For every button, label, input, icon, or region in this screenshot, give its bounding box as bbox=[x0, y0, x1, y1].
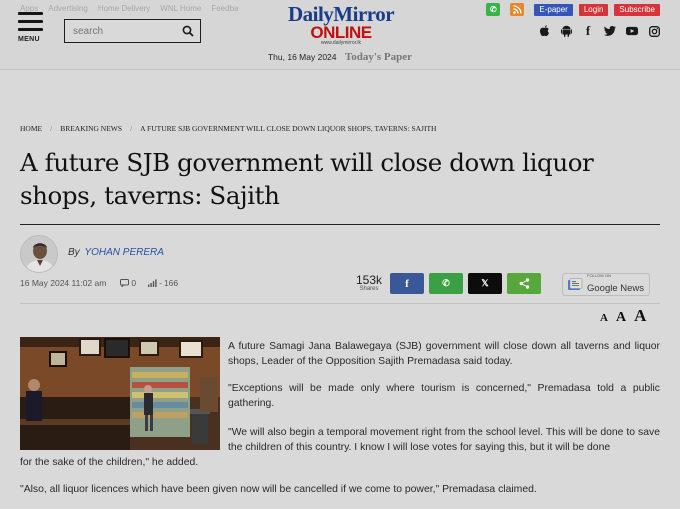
article-meta: 16 May 2024 11:02 am 0 - 166 bbox=[20, 278, 178, 288]
facebook-share-button[interactable]: f bbox=[390, 273, 424, 294]
instagram-icon[interactable] bbox=[648, 25, 660, 37]
article-photo bbox=[20, 337, 220, 450]
apple-icon[interactable] bbox=[538, 25, 550, 37]
breadcrumb-current: A FUTURE SJB GOVERNMENT WILL CLOSE DOWN … bbox=[140, 124, 437, 133]
logo-line-1: DailyMirror bbox=[287, 2, 395, 26]
hamburger-icon-bar bbox=[18, 20, 43, 23]
subscribe-button[interactable]: Subscribe bbox=[614, 3, 660, 16]
header-actions: ✆ E-paper Login Subscribe bbox=[486, 3, 660, 16]
site-logo[interactable]: DailyMirror ONLINE www.dailymirror.lk bbox=[276, 4, 406, 48]
headline-divider bbox=[20, 224, 660, 225]
menu-label: MENU bbox=[18, 36, 40, 43]
facebook-icon: f bbox=[405, 277, 409, 290]
google-news-prefix: FOLLOW ON bbox=[587, 273, 612, 278]
google-news-icon bbox=[568, 277, 583, 290]
search-input[interactable] bbox=[65, 20, 177, 42]
rss-icon[interactable] bbox=[510, 3, 525, 16]
article-paragraph-4: "Also, all liquor licences which have be… bbox=[20, 484, 537, 495]
byline: By YOHAN PERERA bbox=[68, 247, 164, 258]
breadcrumb-home[interactable]: HOME bbox=[20, 124, 42, 133]
article-paragraph-3: "We will also begin a temporal movement … bbox=[228, 427, 660, 453]
article-paragraph-2: "Exceptions will be made only where tour… bbox=[228, 383, 660, 409]
top-link-home-delivery[interactable]: Home Delivery bbox=[98, 4, 150, 13]
signal-icon bbox=[148, 279, 157, 287]
text-size-large-button[interactable]: A bbox=[634, 306, 646, 326]
social-links: f bbox=[538, 23, 660, 38]
top-link-feedback[interactable]: Feedba bbox=[211, 4, 238, 13]
site-header: Apps Advertising Home Delivery WNL Home … bbox=[0, 0, 680, 70]
more-share-button[interactable] bbox=[507, 273, 541, 294]
text-size-controls: A A A bbox=[600, 306, 646, 326]
whatsapp-icon: ✆ bbox=[442, 278, 450, 288]
publish-datetime: 16 May 2024 11:02 am bbox=[20, 278, 107, 288]
top-link-advertising[interactable]: Advertising bbox=[48, 4, 88, 13]
share-icon bbox=[519, 278, 529, 289]
top-links: Apps Advertising Home Delivery WNL Home … bbox=[20, 4, 238, 13]
view-count-value: 166 bbox=[163, 278, 179, 288]
menu-button[interactable]: MENU bbox=[18, 12, 46, 50]
breadcrumb-breaking-news[interactable]: BREAKING NEWS bbox=[60, 124, 122, 133]
breadcrumb: HOME / BREAKING NEWS / A FUTURE SJB GOVE… bbox=[20, 124, 436, 133]
comment-icon bbox=[120, 279, 130, 287]
whatsapp-share-button[interactable]: ✆ bbox=[429, 273, 463, 294]
hamburger-icon bbox=[18, 12, 43, 15]
share-count: 153k Shares bbox=[352, 274, 386, 293]
author-link[interactable]: YOHAN PERERA bbox=[84, 247, 163, 258]
search-box bbox=[64, 19, 201, 43]
logo-line-2: ONLINE bbox=[310, 23, 372, 42]
search-icon[interactable] bbox=[182, 25, 194, 37]
epaper-button[interactable]: E-paper bbox=[534, 3, 573, 16]
login-button[interactable]: Login bbox=[578, 3, 609, 16]
youtube-icon[interactable] bbox=[626, 25, 638, 37]
text-size-medium-button[interactable]: A bbox=[616, 310, 626, 326]
byline-prefix: By bbox=[68, 247, 80, 258]
meta-divider bbox=[20, 303, 660, 304]
share-count-value: 153k bbox=[355, 273, 383, 287]
logo-url: www.dailymirror.lk bbox=[320, 40, 361, 46]
current-date: Thu, 16 May 2024 bbox=[267, 52, 337, 62]
share-count-label: Shares bbox=[359, 286, 379, 292]
article-paragraph-3-continued: for the sake of the children," he added. bbox=[20, 457, 199, 468]
twitter-icon[interactable] bbox=[604, 25, 616, 37]
dateline: Thu, 16 May 2024 Today's Paper bbox=[0, 51, 680, 63]
text-size-small-button[interactable]: A bbox=[600, 312, 608, 324]
google-news-follow-button[interactable]: FOLLOW ON Google News bbox=[562, 273, 650, 296]
comment-count-value: 0 bbox=[131, 278, 137, 288]
x-share-button[interactable]: 𝕏 bbox=[468, 273, 502, 294]
breadcrumb-separator: / bbox=[50, 124, 53, 133]
android-icon[interactable] bbox=[560, 25, 572, 37]
author-avatar[interactable] bbox=[20, 235, 58, 273]
article-headline: A future SJB government will close down … bbox=[20, 148, 594, 210]
facebook-icon[interactable]: f bbox=[582, 23, 594, 38]
top-link-wnl-home[interactable]: WNL Home bbox=[160, 4, 201, 13]
view-count-dash: - bbox=[159, 278, 162, 288]
breadcrumb-separator: / bbox=[130, 124, 133, 133]
article-paragraph-1: A future Samagi Jana Balawegaya (SJB) go… bbox=[228, 341, 660, 367]
view-count: - 166 bbox=[148, 278, 178, 288]
comment-count[interactable]: 0 bbox=[120, 278, 136, 288]
google-news-label: Google News bbox=[587, 283, 645, 294]
x-icon: 𝕏 bbox=[481, 278, 489, 288]
whatsapp-icon[interactable]: ✆ bbox=[486, 3, 501, 16]
hamburger-icon-bar bbox=[18, 28, 43, 31]
todays-paper-link[interactable]: Today's Paper bbox=[345, 51, 412, 63]
